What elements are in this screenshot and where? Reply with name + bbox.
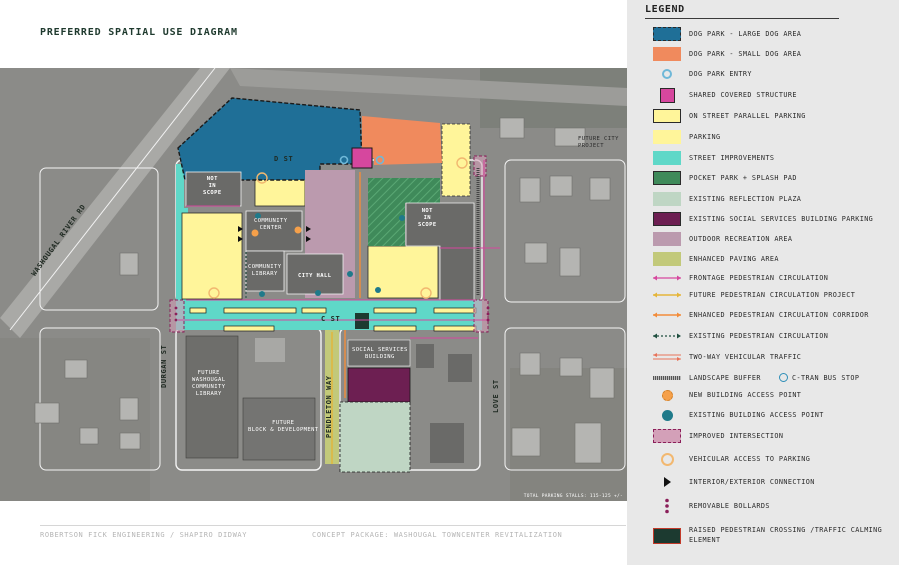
enhanced-corridor-icon (653, 312, 681, 318)
existing-small-building (430, 423, 464, 463)
frontage-pedestrian-icon (653, 275, 681, 281)
durgan-st-label: DURGAN ST (160, 344, 168, 388)
parking-swatch (653, 130, 681, 144)
diagram-page: PREFERRED SPATIAL USE DIAGRAM D ST C ST … (0, 0, 899, 565)
existing-pedestrian-icon (653, 333, 681, 339)
social-services-building-label: SOCIAL SERVICES BUILDING (352, 347, 408, 361)
future-pedestrian-icon (653, 292, 681, 298)
outdoor-recreation-swatch (653, 232, 681, 246)
site-map-drawing (0, 68, 627, 501)
footer-project: CONCEPT PACKAGE: WASHOUGAL TOWNCENTER RE… (312, 531, 563, 539)
small-dog-area-swatch (653, 47, 681, 61)
on-street-parking-swatch (653, 109, 681, 123)
footer-firms: ROBERTSON FICK ENGINEERING / SHAPIRO DID… (40, 531, 248, 539)
d-st-label: D ST (274, 155, 294, 163)
dog-park-small (362, 116, 442, 165)
raised-crossing-swatch (653, 528, 681, 544)
footer-divider (40, 525, 626, 526)
love-st-label: LOVE ST (492, 379, 500, 413)
improved-intersection-swatch (653, 429, 681, 443)
c-st-label: C ST (321, 315, 341, 323)
vehicular-access-icon (660, 452, 674, 466)
legend-item-frontage-pedestrian: FRONTAGE PEDESTRIAN CIRCULATION (651, 270, 897, 286)
reflection-plaza (339, 401, 411, 473)
legend-item-new-building-access: NEW BUILDING ACCESS POINT (651, 387, 897, 403)
bus-stop-icon (779, 373, 788, 382)
existing-building-access-icon (661, 409, 673, 421)
new-building-access-icon (661, 389, 673, 401)
existing-small-building (416, 344, 434, 368)
large-dog-area-swatch (653, 27, 681, 41)
legend-item-pocket-park: POCKET PARK + SPLASH PAD (651, 170, 897, 186)
legend-item-removable-bollards: REMOVABLE BOLLARDS (651, 498, 897, 514)
street-improvements-swatch (653, 151, 681, 165)
two-way-traffic-icon (653, 353, 681, 361)
legend-item-raised-crossing: RAISED PEDESTRIAN CROSSING /TRAFFIC CALM… (651, 526, 897, 546)
legend-item-future-pedestrian: FUTURE PEDESTRIAN CIRCULATION PROJECT (651, 287, 897, 303)
future-city-project-label: FUTURE CITY PROJECT (578, 136, 619, 150)
legend-title: LEGEND (645, 4, 685, 15)
diagram-title: PREFERRED SPATIAL USE DIAGRAM (40, 27, 238, 38)
landscape-buffer-icon (653, 376, 681, 380)
legend-item-dog-park-entry: DOG PARK ENTRY (651, 66, 897, 82)
legend-item-on-street-parking: ON STREET PARALLEL PARKING (651, 108, 897, 124)
legend-item-social-services-parking: EXISTING SOCIAL SERVICES BUILDING PARKIN… (651, 211, 897, 227)
removable-bollards-icon (665, 498, 669, 514)
pendleton-way-label: PENDLETON WAY (325, 375, 333, 438)
total-parking-stalls: TOTAL PARKING STALLS: 115-125 +/- (523, 494, 623, 499)
legend-item-large-dog-area: DOG PARK - LARGE DOG AREA (651, 26, 897, 42)
legend-item-enhanced-paving: ENHANCED PAVING AREA (651, 251, 897, 267)
community-center-label: COMMUNITY CENTER (254, 218, 288, 232)
reflection-plaza-swatch (653, 192, 681, 206)
legend-item-improved-intersection: IMPROVED INTERSECTION (651, 428, 897, 444)
legend-item-two-way-traffic: TWO-WAY VEHICULAR TRAFFIC (651, 349, 897, 365)
community-library-label: COMMUNITY LIBRARY (248, 264, 282, 278)
enhanced-paving-swatch (653, 252, 681, 266)
legend-item-interior-exterior: INTERIOR/EXTERIOR CONNECTION (651, 474, 897, 490)
legend-item-existing-pedestrian: EXISTING PEDESTRIAN CIRCULATION (651, 328, 897, 344)
not-in-scope-label-east: NOT IN SCOPE (418, 208, 437, 229)
legend-item-parking: PARKING (651, 129, 897, 145)
pocket-park-swatch (653, 171, 681, 185)
future-block-label: FUTURE BLOCK & DEVELOPMENT (248, 420, 319, 434)
legend-panel: LEGEND DOG PARK - LARGE DOG AREA DOG PAR… (627, 0, 899, 565)
shared-covered-structure (351, 147, 373, 169)
legend-rule (645, 18, 839, 19)
not-in-scope-label-west: NOT IN SCOPE (203, 176, 222, 197)
raised-pedestrian-crossing (355, 313, 369, 329)
future-library-label: FUTURE WASHOUGAL COMMUNITY LIBRARY (192, 370, 226, 398)
interior-exterior-arrow-icon (664, 477, 671, 487)
legend-item-outdoor-recreation: OUTDOOR RECREATION AREA (651, 231, 897, 247)
legend-item-existing-building-access: EXISTING BUILDING ACCESS POINT (651, 407, 897, 423)
legend-item-shared-covered-structure: SHARED COVERED STRUCTURE (651, 87, 897, 103)
social-services-parking-swatch (653, 212, 681, 226)
legend-item-street-improvements: STREET IMPROVEMENTS (651, 150, 897, 166)
legend-item-reflection-plaza: EXISTING REFLECTION PLAZA (651, 191, 897, 207)
social-services-parking (347, 367, 411, 403)
existing-small-building (448, 354, 472, 382)
future-small-structure (255, 338, 285, 362)
dog-park-entry-icon (662, 69, 672, 79)
shared-structure-swatch (659, 87, 675, 103)
site-map: D ST C ST DURGAN ST PENDLETON WAY LOVE S… (0, 68, 627, 501)
legend-item-vehicular-access: VEHICULAR ACCESS TO PARKING (651, 451, 897, 467)
legend-item-enhanced-pedestrian-corridor: ENHANCED PEDESTRIAN CIRCULATION CORRIDOR (651, 307, 897, 323)
legend-item-bus-stop: C-TRAN BUS STOP (779, 370, 889, 386)
city-hall-label: CITY HALL (298, 273, 332, 279)
legend-item-small-dog-area: DOG PARK - SMALL DOG AREA (651, 46, 897, 62)
